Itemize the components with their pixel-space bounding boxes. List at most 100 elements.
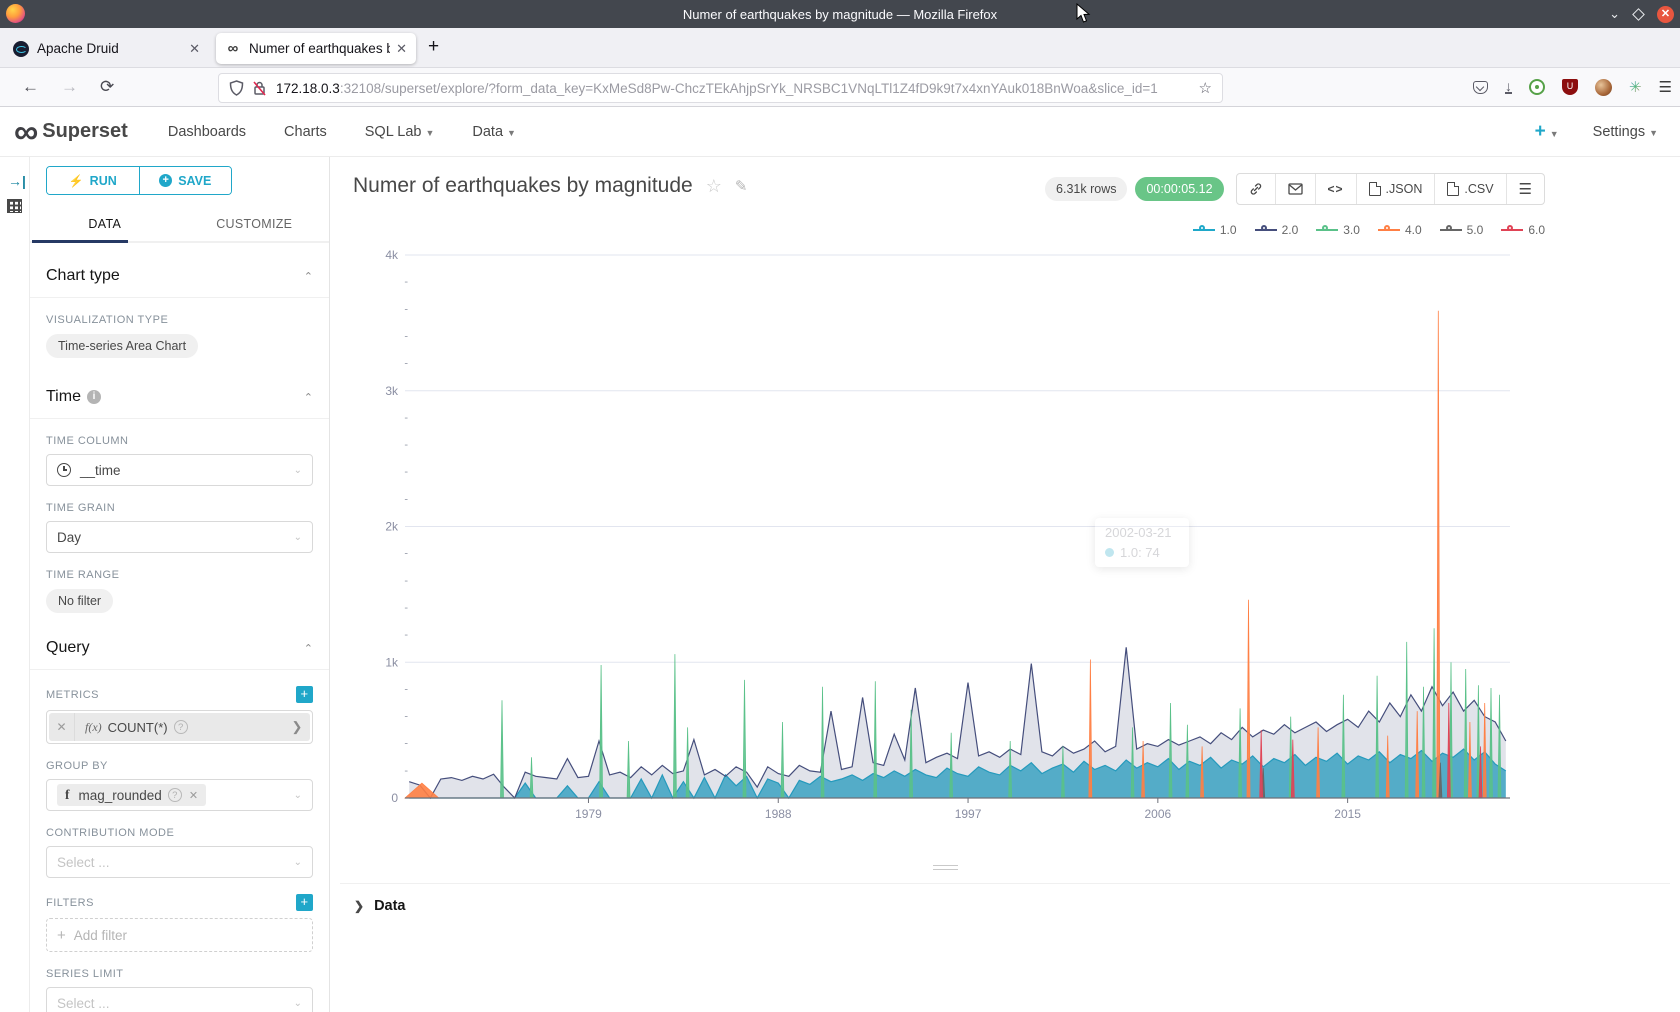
add-filter-button[interactable]: +: [296, 894, 313, 911]
tab-customize[interactable]: CUSTOMIZE: [180, 209, 330, 241]
section-query[interactable]: Query ⌃: [46, 639, 313, 657]
tab-data[interactable]: DATA: [30, 209, 180, 241]
add-filter-field[interactable]: + Add filter: [46, 918, 313, 952]
time-range-pill[interactable]: No filter: [46, 589, 113, 613]
svg-text:1988: 1988: [765, 807, 792, 821]
metric-chip[interactable]: ✕ f(x) COUNT(*) ? ❯: [49, 713, 310, 741]
data-panel-toggle[interactable]: ❯ Data: [340, 883, 1670, 928]
group-by-select[interactable]: f mag_rounded ? ✕ ⌄: [46, 779, 313, 811]
legend-item-4.0[interactable]: 4.0: [1378, 223, 1422, 237]
lock-insecure-icon[interactable]: [252, 80, 267, 96]
help-icon[interactable]: ?: [174, 720, 188, 734]
time-column-select[interactable]: __time ⌄: [46, 454, 313, 486]
nav-item-dashboards[interactable]: Dashboards: [168, 124, 246, 140]
superset-favicon: ∞: [225, 41, 241, 57]
time-grain-label: TIME GRAIN: [46, 502, 313, 514]
chevron-down-icon: ▼: [507, 128, 516, 138]
ublock-icon[interactable]: U: [1562, 79, 1578, 95]
metric-field: ✕ f(x) COUNT(*) ? ❯: [46, 710, 313, 744]
chevron-down-icon: ⌄: [294, 532, 302, 543]
export-csv-button[interactable]: .CSV: [1435, 174, 1506, 204]
browser-toolbar: ← → ⟳ 172.18.0.3:32108/superset/explore/…: [0, 68, 1680, 107]
copy-link-button[interactable]: [1237, 174, 1276, 204]
forward-button[interactable]: →: [61, 77, 78, 97]
browser-menu-icon[interactable]: ☰: [1659, 78, 1672, 96]
tooltip-series-dot: [1105, 548, 1114, 557]
new-chart-button[interactable]: +▼: [1535, 121, 1559, 143]
extension-cookie-icon[interactable]: [1595, 79, 1612, 96]
row-count-badge: 6.31k rows: [1045, 177, 1127, 201]
legend-symbol: [1316, 226, 1338, 234]
dataset-grid-icon[interactable]: [7, 199, 22, 213]
expand-panel-icon[interactable]: →|: [8, 173, 26, 189]
back-button[interactable]: ←: [22, 77, 39, 97]
nav-item-charts[interactable]: Charts: [284, 124, 327, 140]
legend-item-2.0[interactable]: 2.0: [1255, 223, 1299, 237]
legend-symbol: [1501, 226, 1523, 234]
chevron-up-icon: ⌃: [304, 391, 313, 404]
tab-apache-druid[interactable]: Apache Druid ✕: [4, 33, 209, 64]
email-button[interactable]: [1276, 174, 1316, 204]
save-button[interactable]: +SAVE: [139, 167, 232, 194]
svg-text:-: -: [404, 330, 408, 342]
window-close-icon[interactable]: ✕: [1657, 6, 1674, 23]
link-icon: [1249, 182, 1263, 196]
svg-text:-: -: [404, 303, 408, 315]
contribution-mode-select[interactable]: Select ... ⌄: [46, 846, 313, 878]
resize-handle[interactable]: [933, 865, 958, 873]
svg-text:-: -: [404, 575, 408, 587]
edit-title-icon[interactable]: ✎: [735, 177, 748, 195]
query-duration-badge: 00:00:05.12: [1135, 177, 1223, 201]
window-minimize-icon[interactable]: ⌄: [1609, 6, 1620, 22]
tab-close-icon[interactable]: ✕: [396, 41, 407, 57]
window-maximize-icon[interactable]: [1632, 8, 1645, 21]
remove-metric-icon[interactable]: ✕: [49, 713, 75, 741]
timeseries-area-chart[interactable]: 01k2k3k4k----------------197919881997200…: [330, 237, 1680, 857]
tab-close-icon[interactable]: ✕: [189, 41, 200, 57]
reload-button[interactable]: ⟳: [100, 77, 114, 97]
settings-menu[interactable]: Settings▼: [1593, 124, 1658, 140]
chart-tooltip: 2002-03-21 1.0: 74: [1095, 518, 1189, 567]
export-json-button[interactable]: .JSON: [1357, 174, 1436, 204]
firefox-icon: [6, 4, 25, 23]
legend-item-3.0[interactable]: 3.0: [1316, 223, 1360, 237]
group-by-chip[interactable]: f mag_rounded ? ✕: [57, 784, 206, 806]
viz-type-pill[interactable]: Time-series Area Chart: [46, 334, 198, 358]
section-time[interactable]: Time i ⌃: [46, 388, 313, 406]
extension-asterisk-icon[interactable]: ✳: [1629, 78, 1642, 96]
time-grain-select[interactable]: Day ⌄: [46, 521, 313, 553]
series-limit-select[interactable]: Select ... ⌄: [46, 987, 313, 1012]
favorite-star-icon[interactable]: ☆: [706, 176, 722, 197]
run-button[interactable]: ⚡RUN: [47, 167, 139, 194]
chevron-right-icon[interactable]: ❯: [284, 719, 310, 735]
new-tab-button[interactable]: +: [428, 36, 439, 58]
url-host: 172.18.0.3: [276, 81, 340, 96]
tab-earthquakes-chart[interactable]: ∞ Numer of earthquakes by m ✕: [216, 33, 416, 64]
chevron-up-icon: ⌃: [304, 270, 313, 283]
superset-header: ∞ Superset Dashboards Charts SQL Lab▼ Da…: [0, 107, 1680, 157]
chart-menu-button[interactable]: ☰: [1507, 174, 1544, 204]
add-metric-button[interactable]: +: [296, 686, 313, 703]
legend-item-5.0[interactable]: 5.0: [1440, 223, 1484, 237]
legend-symbol: [1378, 226, 1400, 234]
section-chart-type[interactable]: Chart type ⌃: [46, 267, 313, 285]
nav-item-data[interactable]: Data▼: [472, 124, 516, 140]
menu-icon: ☰: [1519, 180, 1532, 198]
downloads-icon[interactable]: ↓: [1505, 80, 1512, 94]
time-column-label: TIME COLUMN: [46, 435, 313, 447]
window-titlebar: Numer of earthquakes by magnitude — Mozi…: [0, 0, 1680, 28]
legend-item-1.0[interactable]: 1.0: [1193, 223, 1237, 237]
bookmark-star-icon[interactable]: ☆: [1199, 79, 1212, 97]
legend-symbol: [1440, 226, 1462, 234]
nav-item-sql-lab[interactable]: SQL Lab▼: [365, 124, 435, 140]
url-bar[interactable]: 172.18.0.3:32108/superset/explore/?form_…: [218, 73, 1223, 103]
privacy-badger-icon[interactable]: [1529, 79, 1545, 95]
embed-code-button[interactable]: <>: [1316, 174, 1357, 204]
chevron-down-icon: ⌄: [294, 857, 302, 868]
remove-column-icon[interactable]: ✕: [189, 789, 198, 802]
superset-logo[interactable]: ∞ Superset: [14, 117, 128, 147]
legend-item-6.0[interactable]: 6.0: [1501, 223, 1545, 237]
shield-icon[interactable]: [229, 80, 244, 96]
pocket-icon[interactable]: [1473, 81, 1488, 94]
help-icon[interactable]: ?: [168, 788, 182, 802]
